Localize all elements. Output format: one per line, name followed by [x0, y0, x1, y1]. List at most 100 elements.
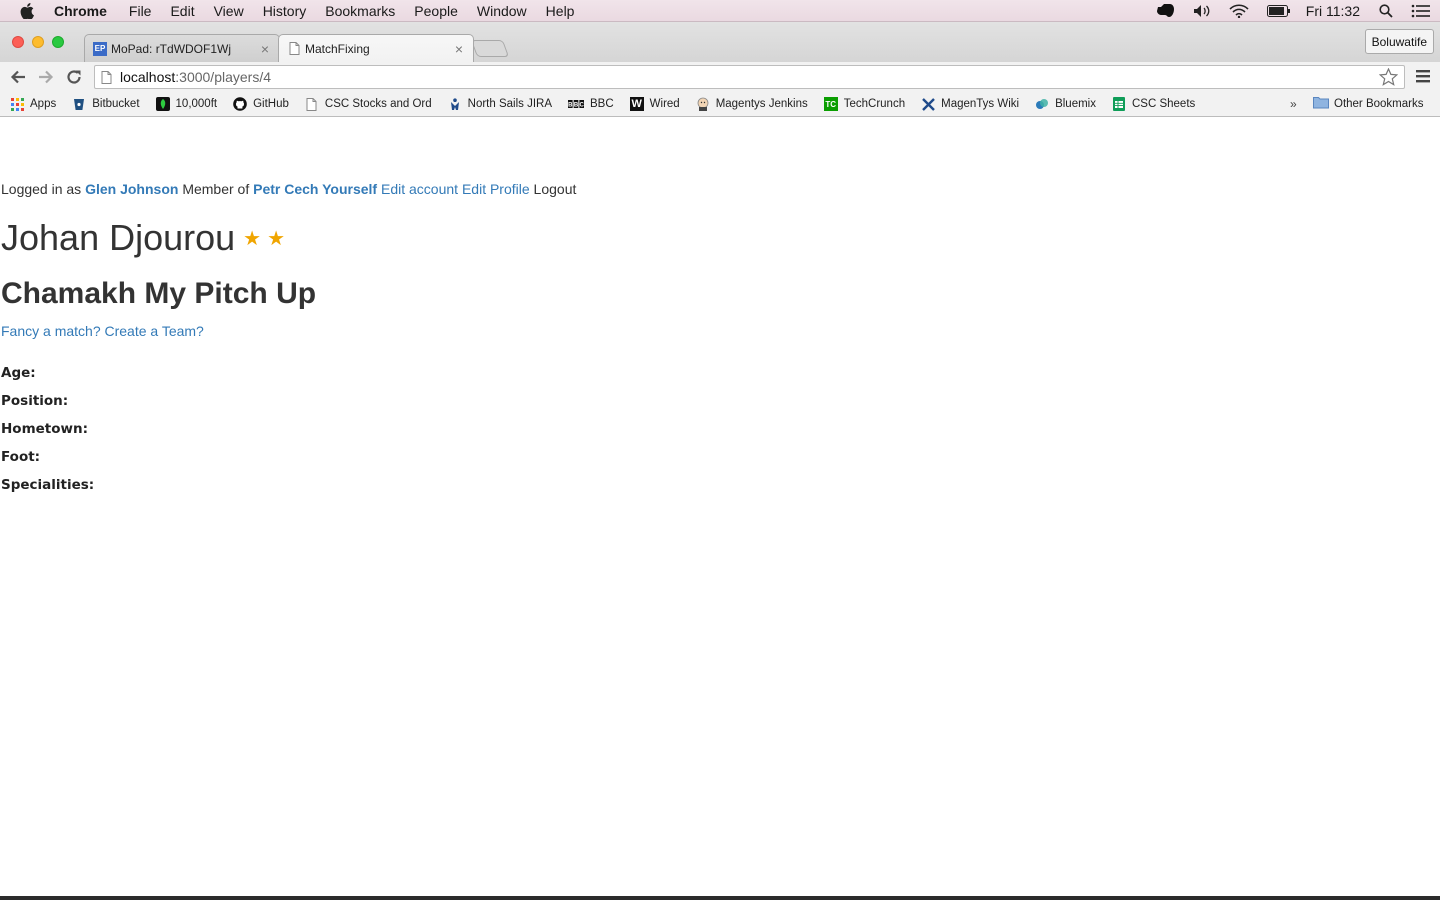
evernote-icon[interactable]	[1155, 3, 1175, 19]
spotlight-search-icon[interactable]	[1379, 4, 1393, 18]
bookmark-label: Bluemix	[1055, 98, 1096, 110]
bookmark-csc-stocks[interactable]: CSC Stocks and Ord	[305, 97, 432, 111]
back-button[interactable]	[8, 67, 28, 87]
create-team-link[interactable]: Fancy a match? Create a Team?	[1, 323, 204, 339]
attribute-position: Position:	[1, 393, 69, 409]
bookmark-label: Apps	[30, 98, 57, 110]
bookmark-label: TechCrunch	[843, 98, 906, 110]
team-name-heading: Chamakh My Pitch Up	[1, 277, 317, 310]
player-name-heading: Johan Djourou ★ ★	[1, 217, 291, 259]
bitbucket-icon	[72, 97, 86, 111]
jira-icon	[448, 97, 462, 111]
bookmark-label: North Sails JIRA	[467, 98, 552, 110]
player-rating: ★ ★	[243, 226, 291, 251]
menu-chrome[interactable]: Chrome	[54, 3, 107, 19]
bookmark-label: CSC Sheets	[1131, 98, 1196, 110]
attribute-foot: Foot:	[1, 449, 41, 465]
chrome-menu-icon[interactable]	[1416, 70, 1430, 88]
bookmark-apps[interactable]: Apps	[10, 97, 56, 111]
bookmark-label: Other Bookmarks	[1334, 98, 1424, 110]
tab-matchfixing[interactable]: MatchFixing ×	[278, 34, 474, 62]
bookmark-label: Wired	[649, 98, 680, 110]
profile-button[interactable]: Boluwatife	[1364, 29, 1434, 54]
new-tab-button[interactable]	[470, 40, 510, 57]
attribute-hometown: Hometown:	[1, 421, 89, 437]
close-window-button[interactable]	[12, 36, 24, 48]
bookmark-label: MagenTys Wiki	[941, 98, 1020, 110]
bookmark-techcrunch[interactable]: TC TechCrunch	[823, 97, 906, 111]
other-bookmarks-folder[interactable]: Other Bookmarks	[1313, 96, 1423, 112]
bookmark-github[interactable]: GitHub	[233, 97, 289, 111]
github-icon	[233, 97, 247, 111]
bookmarks-overflow-button[interactable]: »	[1290, 97, 1297, 111]
volume-icon[interactable]	[1193, 4, 1211, 18]
menu-history[interactable]: History	[263, 3, 307, 19]
page-icon	[305, 97, 319, 111]
bookmark-north-sails-jira[interactable]: North Sails JIRA	[448, 97, 552, 111]
team-link[interactable]: Petr Cech Yourself	[253, 181, 377, 197]
edit-profile-link[interactable]: Edit Profile	[462, 181, 530, 197]
menu-help[interactable]: Help	[546, 3, 575, 19]
techcrunch-icon: TC	[823, 97, 838, 111]
bookmark-wired[interactable]: W Wired	[629, 97, 680, 111]
menu-window[interactable]: Window	[477, 3, 527, 19]
bookmark-bitbucket[interactable]: Bitbucket	[72, 97, 140, 111]
notification-center-icon[interactable]	[1411, 4, 1431, 18]
menu-people[interactable]: People	[414, 3, 458, 19]
menubar-clock[interactable]: Fri 11:32	[1306, 3, 1360, 19]
bookmark-10000ft[interactable]: 10,000ft	[155, 97, 218, 111]
tab-title: MatchFixing	[305, 41, 370, 56]
wired-icon: W	[629, 97, 644, 111]
star-icon: ★	[243, 227, 262, 250]
menu-view[interactable]: View	[214, 3, 244, 19]
svg-text:B: B	[574, 103, 579, 109]
player-name: Johan Djourou	[1, 217, 236, 258]
url-host: localhost	[120, 69, 176, 85]
tab-mopad[interactable]: EP MoPad: rTdWDOF1Wj ×	[84, 34, 280, 62]
menu-file[interactable]: File	[129, 3, 152, 19]
bookmarks-bar: Apps Bitbucket 10,000ft GitHub CSC Stock…	[0, 92, 1440, 117]
bookmark-label: BBC	[590, 98, 614, 110]
svg-text:B: B	[568, 103, 573, 109]
reload-button[interactable]	[64, 67, 84, 87]
tab-strip: EP MoPad: rTdWDOF1Wj × MatchFixing × Bol…	[0, 22, 1440, 62]
chrome-window: EP MoPad: rTdWDOF1Wj × MatchFixing × Bol…	[0, 22, 1440, 896]
menu-edit[interactable]: Edit	[170, 3, 194, 19]
bookmark-csc-sheets[interactable]: CSC Sheets	[1112, 97, 1195, 111]
url-path: :3000/players/4	[175, 69, 271, 85]
close-tab-icon[interactable]: ×	[451, 41, 467, 57]
apple-icon[interactable]	[20, 2, 38, 19]
edit-account-link[interactable]: Edit account	[381, 181, 458, 197]
page-info-icon[interactable]	[101, 70, 112, 84]
star-icon: ★	[267, 227, 286, 250]
page-content: Logged in as Glen Johnson Member of Petr…	[0, 118, 1440, 896]
tab-title: MoPad: rTdWDOF1Wj	[111, 41, 232, 56]
bookmark-magentys-wiki[interactable]: MagenTys Wiki	[921, 97, 1019, 111]
bookmark-label: 10,000ft	[175, 98, 218, 110]
svg-text:C: C	[580, 103, 584, 109]
bookmark-label: CSC Stocks and Ord	[324, 98, 432, 110]
bookmark-label: Magentys Jenkins	[715, 98, 808, 110]
bbc-icon: BBC	[568, 97, 584, 111]
battery-icon[interactable]	[1266, 5, 1291, 17]
apps-grid-icon	[10, 97, 24, 111]
menu-bookmarks[interactable]: Bookmarks	[325, 3, 395, 19]
current-user-link[interactable]: Glen Johnson	[85, 181, 178, 197]
bookmark-bbc[interactable]: BBC BBC	[568, 97, 614, 111]
bookmark-label: GitHub	[253, 98, 289, 110]
browser-toolbar: localhost:3000/players/4	[0, 62, 1440, 92]
window-controls	[12, 36, 72, 48]
minimize-window-button[interactable]	[32, 36, 44, 48]
etherpad-favicon-icon: EP	[93, 41, 107, 56]
forward-button[interactable]	[36, 67, 56, 87]
bookmark-star-icon[interactable]	[1378, 67, 1399, 89]
bookmark-magentys-jenkins[interactable]: Magentys Jenkins	[696, 97, 808, 111]
bookmark-bluemix[interactable]: Bluemix	[1035, 97, 1096, 111]
jenkins-icon	[696, 97, 710, 111]
address-bar[interactable]: localhost:3000/players/4	[94, 65, 1405, 89]
logout-link[interactable]: Logout	[534, 181, 577, 197]
wifi-icon[interactable]	[1229, 4, 1249, 18]
close-tab-icon[interactable]: ×	[257, 41, 273, 57]
attribute-age: Age:	[1, 365, 36, 381]
zoom-window-button[interactable]	[52, 36, 64, 48]
